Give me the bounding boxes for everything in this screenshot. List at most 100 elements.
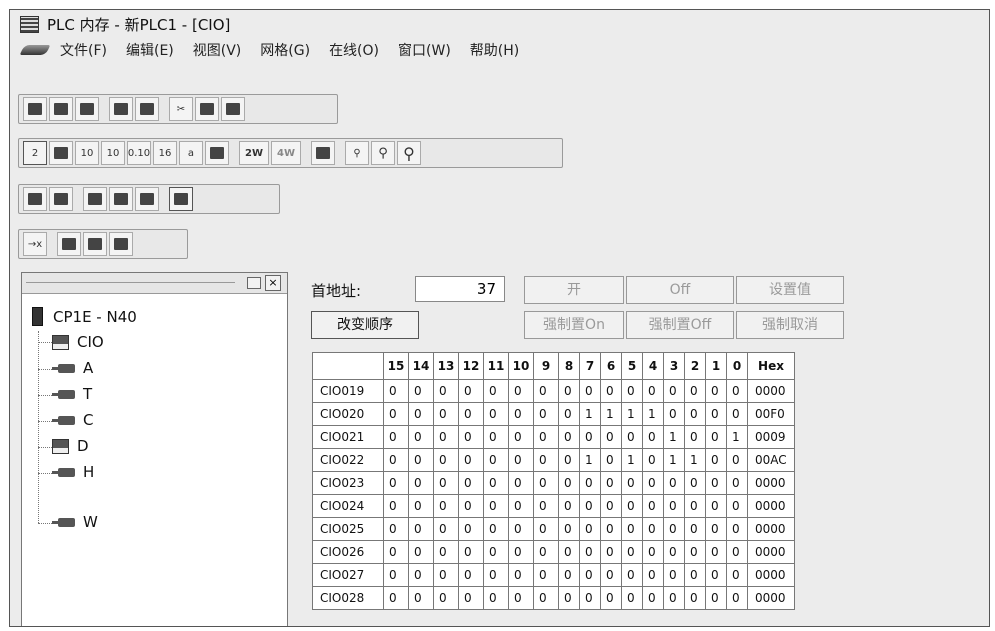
bit-cell[interactable]: 0	[533, 540, 559, 564]
hex-cell[interactable]: 0009	[747, 425, 795, 449]
hex-cell[interactable]: 0000	[747, 586, 795, 610]
export-button[interactable]	[135, 187, 159, 211]
bit-cell[interactable]: 0	[621, 425, 643, 449]
bit-cell[interactable]: 0	[642, 563, 664, 587]
bit-cell[interactable]: 0	[558, 471, 580, 495]
bit-cell[interactable]: 0	[600, 517, 622, 541]
hex-cell[interactable]: 0000	[747, 517, 795, 541]
bit-cell[interactable]: 0	[533, 402, 559, 426]
hex-cell[interactable]: 0000	[747, 494, 795, 518]
bit-cell[interactable]: 0	[726, 471, 748, 495]
bit-cell[interactable]: 0	[642, 425, 664, 449]
transfer-to-plc-button[interactable]	[23, 187, 47, 211]
print-preview-button[interactable]	[135, 97, 159, 121]
bit-cell[interactable]: 0	[684, 379, 706, 403]
bit-cell[interactable]: 0	[533, 425, 559, 449]
bit-cell[interactable]: 0	[433, 471, 459, 495]
bit-cell[interactable]: 0	[642, 586, 664, 610]
bit-cell[interactable]: 0	[483, 448, 509, 472]
bit-cell[interactable]: 0	[508, 540, 534, 564]
menu-help[interactable]: 帮助(H)	[470, 40, 519, 60]
force-on-button[interactable]: 强制置On	[524, 311, 624, 339]
bit-cell[interactable]: 0	[483, 471, 509, 495]
bit-cell[interactable]: 0	[483, 563, 509, 587]
bit-cell[interactable]: 0	[663, 540, 685, 564]
bit-cell[interactable]: 0	[433, 425, 459, 449]
bit-cell[interactable]: 0	[408, 586, 434, 610]
bit-cell[interactable]: 0	[458, 379, 484, 403]
bit-cell[interactable]: 0	[558, 448, 580, 472]
bit-cell[interactable]: 0	[726, 563, 748, 587]
bit-cell[interactable]: 0	[383, 379, 409, 403]
address-search-button[interactable]	[83, 232, 107, 256]
bit-cell[interactable]: 0	[483, 517, 509, 541]
pin-icon[interactable]	[247, 277, 261, 289]
bit-cell[interactable]: 0	[533, 448, 559, 472]
bit-cell[interactable]: 0	[408, 471, 434, 495]
bit-cell[interactable]: 0	[458, 540, 484, 564]
close-icon[interactable]: ×	[265, 275, 281, 291]
hex-cell[interactable]: 0000	[747, 379, 795, 403]
bit-cell[interactable]: 0	[663, 586, 685, 610]
bit-cell[interactable]: 0	[663, 379, 685, 403]
menu-window[interactable]: 窗口(W)	[398, 40, 451, 60]
four-word-button[interactable]: 4W	[271, 141, 301, 165]
transfer-from-plc-button[interactable]	[49, 187, 73, 211]
bit-cell[interactable]: 0	[508, 402, 534, 426]
bit-cell[interactable]: 0	[383, 471, 409, 495]
bit-cell[interactable]: 0	[433, 494, 459, 518]
bit-cell[interactable]: 0	[684, 425, 706, 449]
bit-cell[interactable]: 0	[705, 379, 727, 403]
zoom-medium-button[interactable]: ⚲	[371, 141, 395, 165]
bit-cell[interactable]: 0	[684, 517, 706, 541]
bit-cell[interactable]: 0	[642, 471, 664, 495]
double-float-button[interactable]	[205, 141, 229, 165]
binary-view-button[interactable]: 2	[23, 141, 47, 165]
paste-button[interactable]	[221, 97, 245, 121]
menu-edit[interactable]: 编辑(E)	[126, 40, 174, 60]
bit-cell[interactable]: 0	[383, 494, 409, 518]
tree-item-w[interactable]: W	[52, 513, 98, 531]
bit-cell[interactable]: 0	[533, 494, 559, 518]
tree-item-d[interactable]: D	[52, 437, 89, 455]
start-address-input[interactable]: 37	[415, 276, 505, 302]
bit-cell[interactable]: 0	[684, 402, 706, 426]
float-view-button[interactable]: 0.10	[127, 141, 151, 165]
bit-cell[interactable]: 0	[579, 540, 601, 564]
tree-item-h[interactable]: H	[52, 463, 94, 481]
bit-cell[interactable]: 0	[558, 563, 580, 587]
import-button[interactable]	[109, 187, 133, 211]
bit-cell[interactable]: 0	[705, 517, 727, 541]
bit-cell[interactable]: 0	[663, 471, 685, 495]
bit-cell[interactable]: 0	[408, 402, 434, 426]
bit-cell[interactable]: 0	[458, 471, 484, 495]
bit-cell[interactable]: 1	[684, 448, 706, 472]
bit-cell[interactable]: 0	[579, 517, 601, 541]
print-button[interactable]	[109, 97, 133, 121]
bit-cell[interactable]: 0	[408, 379, 434, 403]
bit-cell[interactable]: 0	[458, 425, 484, 449]
bit-cell[interactable]: 0	[705, 402, 727, 426]
bit-cell[interactable]: 0	[458, 448, 484, 472]
bit-cell[interactable]: 0	[533, 517, 559, 541]
bit-cell[interactable]: 0	[705, 448, 727, 472]
bit-cell[interactable]: 0	[600, 586, 622, 610]
bit-cell[interactable]: 0	[483, 586, 509, 610]
zoom-large-button[interactable]: ⚲	[397, 141, 421, 165]
new-window-button[interactable]	[23, 97, 47, 121]
bit-cell[interactable]: 0	[621, 494, 643, 518]
tree-item-t[interactable]: T	[52, 385, 92, 403]
bit-cell[interactable]: 0	[663, 517, 685, 541]
bit-cell[interactable]: 0	[579, 379, 601, 403]
bit-cell[interactable]: 0	[508, 379, 534, 403]
bit-cell[interactable]: 0	[383, 563, 409, 587]
bit-cell[interactable]: 0	[483, 494, 509, 518]
bit-cell[interactable]: 0	[383, 402, 409, 426]
hex-cell[interactable]: 0000	[747, 540, 795, 564]
bit-cell[interactable]: 0	[408, 517, 434, 541]
bit-cell[interactable]: 0	[705, 563, 727, 587]
bit-cell[interactable]: 0	[726, 517, 748, 541]
bit-cell[interactable]: 0	[579, 494, 601, 518]
save-button[interactable]	[75, 97, 99, 121]
bit-cell[interactable]: 0	[621, 517, 643, 541]
